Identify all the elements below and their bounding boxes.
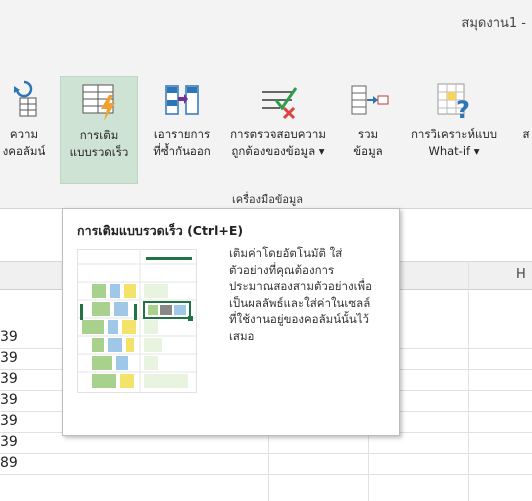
text-to-columns-button[interactable]: ความ งคอลัมน์ (0, 76, 60, 184)
next-ribbon-button-partial[interactable]: ส (514, 76, 532, 184)
what-if-analysis-label: การวิเคราะห์แบบ What-if ▾ (410, 127, 498, 158)
flash-fill-icon (77, 79, 121, 123)
next-ribbon-label: ส (522, 127, 530, 141)
consolidate-button[interactable]: รวม ข้อมูล (342, 76, 394, 184)
window-title: สมุดงาน1 - (461, 16, 526, 31)
cell-value[interactable]: 89 (0, 455, 18, 471)
text-to-columns-icon (2, 78, 46, 122)
text-to-columns-label: ความ งคอลัมน์ (2, 127, 46, 158)
cell-value[interactable]: 39 (0, 413, 18, 429)
tooltip-title: การเติมแบบรวดเร็ว (Ctrl+E) (77, 223, 244, 238)
ribbon-data-tools: ความ งคอลัมน์ การเติม แบบรวดเร็ว เอารายก… (0, 72, 532, 209)
title-bar: สมุดงาน1 - (0, 0, 532, 72)
cell-value[interactable]: 39 (0, 350, 18, 366)
cell-value[interactable]: 39 (0, 392, 18, 408)
flash-fill-label: การเติม แบบรวดเร็ว (69, 128, 129, 159)
what-if-analysis-button[interactable]: ? การวิเคราะห์แบบ What-if ▾ (402, 76, 506, 184)
consolidate-label: รวม ข้อมูล (353, 127, 383, 158)
cell-value[interactable]: 39 (0, 371, 18, 387)
flash-fill-button[interactable]: การเติม แบบรวดเร็ว (60, 76, 138, 184)
table-row[interactable]: 89 (0, 454, 532, 475)
data-validation-icon (256, 78, 300, 122)
svg-text:?: ? (456, 96, 470, 122)
tooltip-description: เติมค่าโดยอัตโนมัติ ใส่ ตัวอย่างที่คุณต้… (229, 246, 373, 343)
remove-duplicates-label: เอารายการ ที่ซ้ำกันออก (153, 127, 211, 158)
what-if-analysis-icon: ? (432, 78, 476, 124)
cell-value[interactable]: 39 (0, 329, 18, 345)
consolidate-icon (346, 78, 390, 122)
data-validation-label: การตรวจสอบความ ถูกต้องของข้อมูล ▾ (230, 127, 326, 158)
data-validation-button[interactable]: การตรวจสอบความ ถูกต้องของข้อมูล ▾ (222, 76, 334, 184)
table-row[interactable]: 39 (0, 433, 532, 454)
group-label-data-tools: เครื่องมือข้อมูล (232, 193, 303, 206)
flash-fill-tooltip: การเติมแบบรวดเร็ว (Ctrl+E) เติมค่าโดยอัต… (62, 208, 400, 436)
column-header-h[interactable]: H (516, 267, 526, 282)
remove-duplicates-icon (160, 78, 204, 122)
cell-value[interactable]: 39 (0, 434, 18, 450)
remove-duplicates-button[interactable]: เอารายการ ที่ซ้ำกันออก (142, 76, 222, 184)
flash-fill-illustration (77, 249, 197, 393)
